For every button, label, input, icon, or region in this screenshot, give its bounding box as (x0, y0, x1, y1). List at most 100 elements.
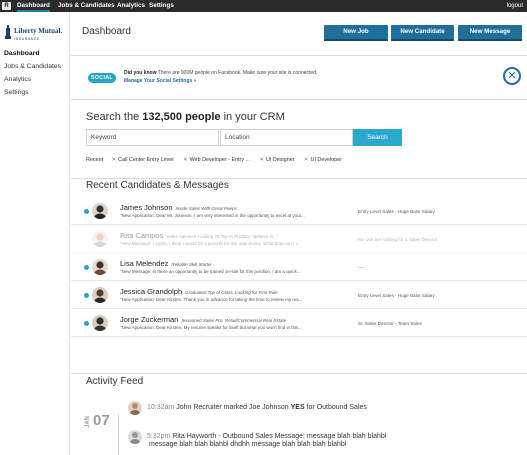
sidebar-item-analytics[interactable]: Analytics (4, 76, 31, 83)
recent-search-label: Call Center Entry Level (118, 157, 174, 163)
social-badge: SOCIAL (88, 73, 116, 83)
remove-icon[interactable]: ✕ (260, 157, 265, 163)
avatar (92, 203, 108, 219)
recent-search-label: UI Designer (266, 157, 295, 163)
avatar (92, 315, 108, 331)
candidates-heading: Recent Candidates & Messages (86, 180, 229, 191)
activity-highlight: YES (290, 404, 305, 411)
candidate-message: "New Message: I agree, I think I would b… (120, 241, 302, 246)
candidate-title: Sales Advance Looking To Top In Product … (166, 234, 274, 239)
candidate-row[interactable]: Rita Campos Sales Advance Looking To Top … (71, 226, 527, 253)
unread-indicator (84, 321, 89, 326)
candidate-message: "New Message: Is there an opportunity to… (120, 269, 301, 274)
recent-search-chip[interactable]: ✕ Web Developer - Entry ... (183, 157, 250, 163)
recent-search-label: UI Developer (310, 157, 343, 163)
candidate-job[interactable]: ---- (358, 265, 364, 270)
search-heading-post: in your CRM (223, 111, 285, 123)
remove-icon[interactable]: ✕ (183, 157, 188, 163)
candidate-name[interactable]: James Johnson Inside Sales With Great Pee… (120, 203, 237, 212)
activity-heading: Activity Feed (86, 376, 144, 387)
activity-text: John Recruiter marked Joe Johnson (176, 404, 289, 411)
search-heading: Search the 132,500 people in your CRM (86, 111, 285, 123)
candidate-name[interactable]: Jessica Grandolph Graduated Top of Class,… (120, 287, 278, 296)
sidebar-item-dashboard[interactable]: Dashboard (4, 50, 40, 57)
statue-icon (5, 25, 11, 39)
logout-link[interactable]: logout (507, 0, 523, 12)
brand-logo[interactable]: Liberty Mutual. INSURANCE (4, 19, 66, 49)
candidate-row[interactable]: Jessica Grandolph Graduated Top of Class,… (71, 282, 527, 309)
social-tip-text: There are 900M people on Facebook. Make … (157, 70, 318, 76)
activity-text: for Outbound Sales (306, 404, 367, 411)
brand-name: Liberty Mutual. (14, 27, 63, 35)
new-candidate-button[interactable]: New Candidate (391, 25, 454, 41)
candidate-job[interactable]: Entry Level Sales - Huge Base Salary (358, 293, 435, 298)
main-content: Dashboard New Job New Candidate New Mess… (71, 12, 527, 455)
people-count: 132,500 people (142, 111, 221, 123)
divider (71, 99, 527, 100)
activity-day: 07 (93, 412, 110, 429)
keyword-input[interactable]: Keyword (86, 129, 219, 146)
sidebar-item-jobs-candidates[interactable]: Jobs & Candidates (4, 63, 61, 70)
candidate-row[interactable]: James Johnson Inside Sales With Great Pee… (71, 198, 527, 225)
unread-indicator (84, 265, 89, 270)
recent-label: Recent (86, 157, 104, 163)
candidate-title: Graduated Top of Class, Looking for Firs… (185, 290, 278, 295)
new-message-button[interactable]: New Message (458, 25, 522, 41)
topnav-analytics[interactable]: Analytics (117, 0, 145, 12)
candidate-name[interactable]: Rita Campos Sales Advance Looking To Top … (120, 231, 273, 240)
sidebar: Liberty Mutual. INSURANCE Dashboard Jobs… (0, 12, 70, 455)
candidate-message: "New Application: Dear Kirsten. Thank yo… (120, 297, 303, 302)
unread-indicator (84, 209, 89, 214)
manage-social-link[interactable]: Manage Your Social Settings » (124, 78, 196, 84)
app-logo[interactable]: R (2, 2, 11, 10)
recent-search-chip[interactable]: ✕ UI Developer (304, 157, 342, 163)
candidate-job[interactable]: Entry Level Sales - Huge Base Salary (358, 209, 435, 214)
remove-icon[interactable]: ✕ (112, 157, 117, 163)
top-bar: R Dashboard Jobs & Candidates Analytics … (0, 0, 527, 12)
timeline-line (118, 414, 119, 455)
candidate-title: Inside Sales With Great Peeps (175, 206, 237, 211)
new-job-button[interactable]: New Job (324, 25, 388, 41)
activity-month: JAN (85, 415, 91, 428)
unread-indicator (84, 293, 89, 298)
candidate-name[interactable]: Lisa Melendez Reliable Skill Starter (120, 259, 212, 268)
location-input[interactable]: Location (220, 129, 353, 146)
activity-time: 5:32pm (147, 433, 171, 440)
activity-time: 10:32am (147, 404, 175, 411)
recent-search-label: Web Developer - Entry ... (189, 157, 251, 163)
candidate-title: Seasoned Sales Pro, Retail/Commercial Re… (181, 318, 287, 323)
candidate-row[interactable]: Lisa Melendez Reliable Skill Starter "New… (71, 254, 527, 281)
avatar (92, 259, 108, 275)
did-you-know-label: Did you know (124, 70, 157, 76)
candidate-job[interactable]: Re: We are looking for a Sales Director (358, 237, 438, 242)
activity-text: Rita Hayworth - Outbound Sales Message: … (172, 433, 387, 440)
recent-search-chip[interactable]: ✕ Call Center Entry Level (112, 157, 174, 163)
search-button[interactable]: Search (353, 129, 402, 146)
candidate-message: "New Application: Dear Kirsten, My resum… (120, 325, 303, 330)
avatar (92, 231, 108, 247)
candidate-job[interactable]: Sr. Sales Director - Team Sales (358, 321, 422, 326)
recent-search-chip[interactable]: ✕ UI Designer (260, 157, 295, 163)
candidate-name[interactable]: Jorge Zuckerman Seasoned Sales Pro, Retai… (120, 315, 286, 324)
activity-text-continued: message blah blah blahbl dhdhh message b… (149, 441, 347, 448)
avatar (128, 401, 142, 415)
close-icon[interactable]: ✕ (503, 67, 521, 85)
candidate-title: Reliable Skill Starter (171, 262, 212, 267)
divider (71, 373, 527, 374)
remove-icon[interactable]: ✕ (304, 157, 309, 163)
avatar (128, 430, 142, 444)
topnav-dashboard[interactable]: Dashboard (17, 0, 50, 12)
candidate-message: "New Application: Dear Mr. Johnson, I am… (120, 213, 305, 218)
search-heading-pre: Search the (86, 111, 140, 123)
recent-searches: Recent ✕ Call Center Entry Level ✕ Web Dev… (86, 157, 350, 163)
page-title: Dashboard (82, 26, 131, 37)
social-banner: SOCIAL Did you know There are 900M peopl… (71, 60, 527, 96)
sidebar-item-settings[interactable]: Settings (4, 89, 29, 96)
topnav-settings[interactable]: Settings (149, 0, 174, 12)
avatar (92, 287, 108, 303)
divider (71, 55, 527, 56)
topnav-jobs-candidates[interactable]: Jobs & Candidates (58, 0, 115, 12)
candidate-row[interactable]: Jorge Zuckerman Seasoned Sales Pro, Retai… (71, 310, 527, 337)
divider (71, 178, 527, 179)
social-tip: Did you know There are 900M people on Fa… (124, 70, 317, 76)
